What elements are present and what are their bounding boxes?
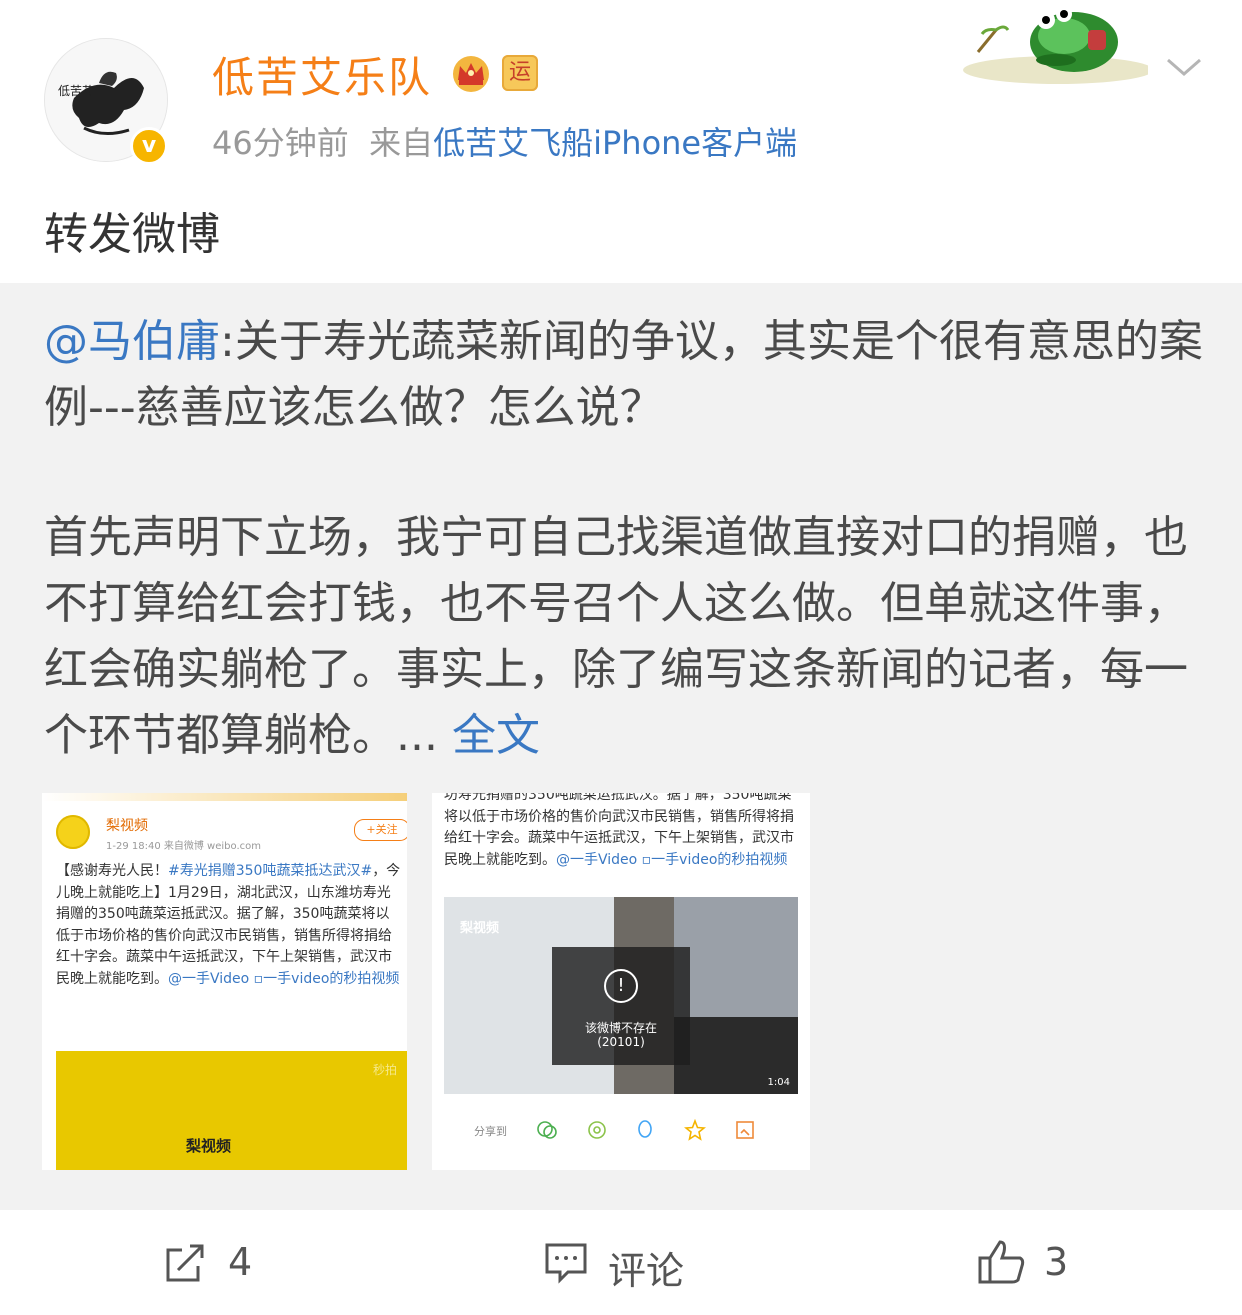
image-thumbnail-1[interactable]: 梨视频 1-29 18:40 来自微博 weibo.com +关注 【感谢寿光人… [42, 793, 407, 1170]
qq-icon [638, 1120, 652, 1138]
video-duration: 1:04 [767, 1077, 790, 1088]
username[interactable]: 低苦艾乐队 [212, 44, 432, 105]
repost-icon [166, 1244, 204, 1282]
thumb1-text-a: 【感谢寿光人民！ [56, 863, 168, 879]
verified-badge-icon: v [130, 127, 168, 165]
comment-icon [545, 1243, 587, 1284]
thumb1-hashtag: #寿光捐赠350吨蔬菜抵达武汉# [168, 863, 373, 879]
qzone-star-icon [684, 1119, 706, 1141]
image-thumbnail-2[interactable]: 坊寿光捐赠的350吨蔬菜运抵武汉。据了解，350吨蔬菜将以低于市场价格的售价向武… [432, 793, 810, 1170]
repost-button[interactable]: 4 [160, 1210, 280, 1315]
thumb2-pear-watermark: 梨视频 [460, 921, 500, 936]
comment-button[interactable]: 评论 [540, 1210, 710, 1315]
thumb2-video-frame: 梨视频 ! 该微博不存在 (20101) 1:04 [444, 897, 798, 1094]
warning-icon: ! [604, 969, 638, 1003]
yun-badge-icon: 运 [502, 55, 538, 91]
repost-para2: 首先声明下立场，我宁可自己找渠道做直接对口的捐赠，也不打算给红会打钱，也不号召个… [44, 512, 1188, 761]
post-header: 低苦艾 v 低苦艾乐队 运 46分钟前 来自低苦艾飞船iPhone客户端 转发微… [0, 0, 1242, 283]
thumb2-link: @一手Video ▫一手video的秒拍视频 [556, 851, 788, 868]
thumb1-link: @一手Video ▫一手video的秒拍视频 [168, 970, 400, 987]
thumbs-up-icon [978, 1240, 1025, 1284]
thumb1-video-cover: 秒拍 梨视频 [56, 1051, 407, 1170]
thumb1-text: 【感谢寿光人民！#寿光捐赠350吨蔬菜抵达武汉#，今儿晚上就能吃上】1月29日，… [56, 861, 401, 990]
pear-video-watermark: 梨视频 [186, 1137, 232, 1155]
miaopai-watermark: 秒拍 [372, 1063, 397, 1077]
wechat-icon [537, 1121, 557, 1139]
full-text-link[interactable]: 全文 [452, 710, 540, 761]
thumb1-time: 1-29 18:40 来自微博 weibo.com [106, 841, 261, 852]
frog-decoration-icon [963, 6, 1148, 84]
thumb1-username: 梨视频 [106, 818, 148, 834]
reposted-weibo[interactable]: @马伯庸:关于寿光蔬菜新闻的争议，其实是个很有意思的案例---慈善应该怎么做？怎… [0, 283, 1242, 1210]
repost-count: 4 [228, 1240, 253, 1284]
video-error-code: (20101) [597, 1035, 645, 1049]
avatar-text: 低苦艾 [58, 84, 95, 98]
post-text: 转发微博 [44, 209, 220, 260]
like-button[interactable]: 3 [972, 1210, 1092, 1315]
video-error-message: 该微博不存在 [584, 1021, 657, 1035]
post-meta: 46分钟前 来自低苦艾飞船iPhone客户端 [212, 118, 797, 164]
share-label: 分享到 [474, 1125, 507, 1138]
save-image-icon [736, 1121, 754, 1139]
video-error-overlay: ! 该微博不存在 (20101) [552, 947, 690, 1065]
moments-icon [588, 1121, 606, 1139]
repost-first-paragraph: @马伯庸:关于寿光蔬菜新闻的争议，其实是个很有意思的案例---慈善应该怎么做？怎… [44, 309, 1204, 441]
source-link[interactable]: 低苦艾飞船iPhone客户端 [433, 124, 797, 162]
post-time: 46分钟前 [212, 124, 349, 162]
follow-button: +关注 [354, 819, 407, 841]
pear-video-logo-icon [56, 815, 90, 849]
mention-link[interactable]: @马伯庸 [44, 316, 220, 367]
comment-label: 评论 [608, 1249, 685, 1293]
source-prefix: 来自 [369, 124, 434, 162]
crown-icon [453, 56, 489, 92]
repost-body: @马伯庸:关于寿光蔬菜新闻的争议，其实是个很有意思的案例---慈善应该怎么做？怎… [44, 309, 1204, 769]
repost-second-paragraph: 首先声明下立场，我宁可自己找渠道做直接对口的捐赠，也不打算给红会打钱，也不号召个… [44, 505, 1204, 769]
thumb1-top-strip [42, 793, 407, 801]
thumb2-text: 坊寿光捐赠的350吨蔬菜运抵武汉。据了解，350吨蔬菜将以低于市场价格的售价向武… [444, 793, 804, 871]
like-count: 3 [1044, 1240, 1069, 1284]
action-bar: 4 评论 3 [0, 1210, 1242, 1315]
chevron-down-icon[interactable] [1164, 52, 1204, 80]
